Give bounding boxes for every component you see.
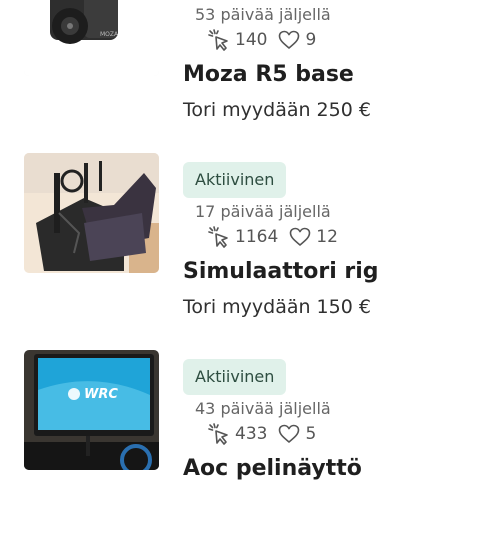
- days-left: 53 päivää jäljellä: [195, 5, 331, 24]
- listing-image[interactable]: MOZA: [24, 0, 159, 76]
- listing-price: Tori myydään 250 €: [183, 99, 371, 121]
- cursor-click-icon: [207, 225, 231, 249]
- listing-price: Tori myydään 150 €: [183, 296, 371, 318]
- listing-title[interactable]: Moza R5 base: [183, 62, 354, 87]
- listing-card[interactable]: MOZA 53 päivää jäljellä 140 9 Moza R5 ba…: [0, 0, 480, 146]
- cursor-click-icon: [207, 28, 231, 52]
- view-count: 1164: [235, 227, 279, 247]
- listing-image[interactable]: [24, 153, 159, 273]
- svg-text:MOZA: MOZA: [100, 31, 119, 38]
- listing-title[interactable]: Simulaattori rig: [183, 259, 379, 284]
- heart-icon[interactable]: [277, 422, 301, 446]
- view-count: 140: [235, 30, 268, 50]
- like-count: 12: [316, 227, 338, 247]
- heart-icon[interactable]: [288, 225, 312, 249]
- heart-icon[interactable]: [277, 28, 301, 52]
- status-badge: Aktiivinen: [183, 162, 287, 198]
- days-left: 17 päivää jäljellä: [195, 202, 331, 221]
- status-badge: Aktiivinen: [183, 359, 287, 395]
- listing-stats: 1164 12: [207, 225, 348, 249]
- like-count: 9: [305, 30, 317, 50]
- listing-card[interactable]: Aktiivinen 17 päivää jäljellä 1164 12 Si…: [0, 153, 480, 343]
- like-count: 5: [305, 424, 317, 444]
- listing-card[interactable]: WRC Aktiivinen 43 päivää jäljellä 433 5 …: [0, 350, 480, 540]
- view-count: 433: [235, 424, 268, 444]
- days-left: 43 päivää jäljellä: [195, 399, 331, 418]
- listing-title[interactable]: Aoc pelinäyttö: [183, 456, 362, 481]
- listing-image[interactable]: WRC: [24, 350, 159, 470]
- svg-text:WRC: WRC: [84, 387, 118, 402]
- listing-stats: 140 9: [207, 28, 326, 52]
- cursor-click-icon: [207, 422, 231, 446]
- listing-stats: 433 5: [207, 422, 326, 446]
